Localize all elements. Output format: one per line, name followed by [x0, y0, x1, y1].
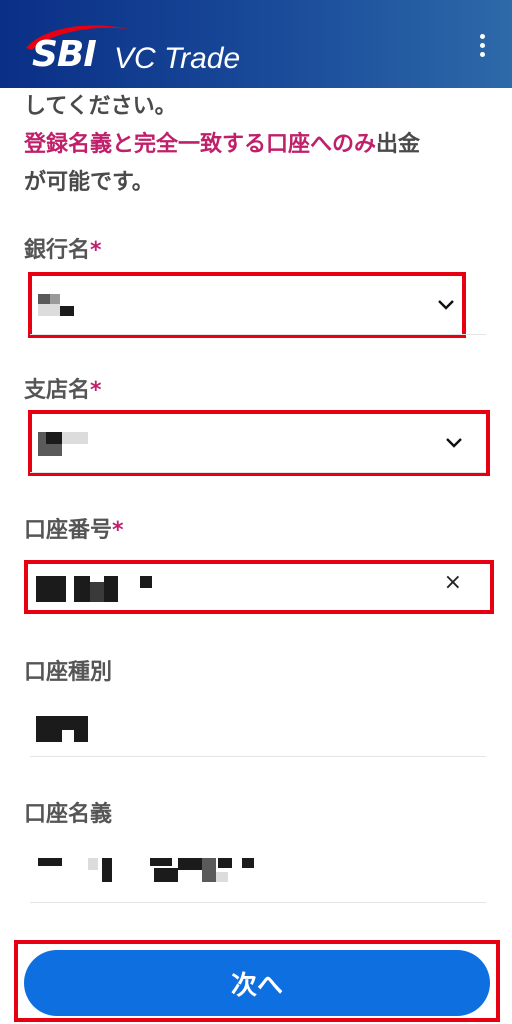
- next-button[interactable]: 次へ: [24, 950, 490, 1016]
- required-mark: *: [112, 518, 124, 543]
- account-type-label: 口座種別: [24, 660, 113, 685]
- sbi-vc-trade-logo: SBI VC Trade: [24, 22, 264, 78]
- account-holder-label: 口座名義: [24, 802, 113, 827]
- bank-name-label: 銀行名*: [24, 238, 102, 263]
- branch-name-label: 支店名*: [24, 378, 102, 403]
- app-header: SBI VC Trade: [0, 0, 512, 88]
- account-holder-value: [30, 846, 486, 903]
- kebab-menu-icon[interactable]: [474, 34, 490, 62]
- chevron-down-icon: [446, 438, 462, 448]
- logo-sbi-text: SBI: [32, 34, 97, 75]
- clear-icon[interactable]: ×: [444, 570, 462, 595]
- branch-name-select[interactable]: [30, 416, 486, 473]
- notice-highlight: 登録名義と完全一致する口座へのみ: [24, 132, 377, 157]
- notice-line-3: が可能です。: [24, 170, 154, 195]
- logo-product-text: VC Trade: [114, 42, 241, 75]
- notice-line-1: してください。: [24, 94, 177, 119]
- chevron-down-icon: [438, 300, 454, 310]
- notice-line-2: 登録名義と完全一致する口座へのみ出金: [24, 126, 420, 164]
- bank-name-select[interactable]: [30, 278, 486, 335]
- required-mark: *: [90, 238, 102, 263]
- account-number-label: 口座番号*: [24, 518, 124, 543]
- account-number-input[interactable]: ×: [30, 562, 486, 608]
- notice-line-2-rest: 出金: [376, 132, 421, 157]
- account-type-value: [30, 700, 486, 757]
- required-mark: *: [90, 378, 102, 403]
